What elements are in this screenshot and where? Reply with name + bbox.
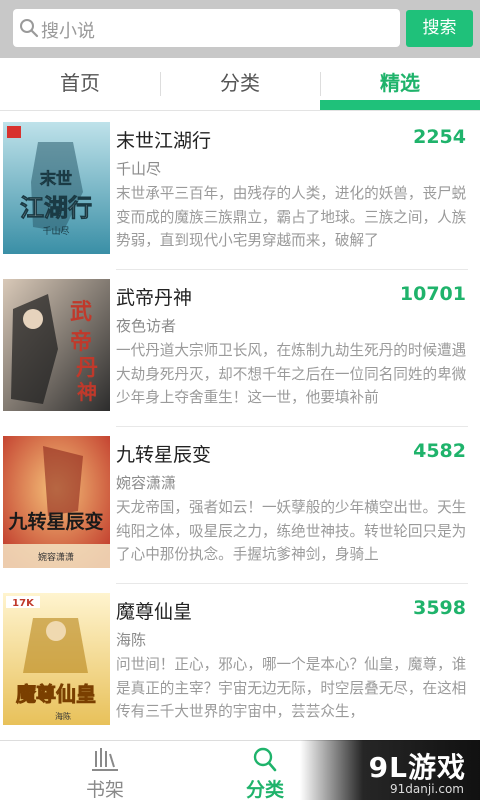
search-placeholder: 搜小说: [41, 21, 95, 42]
bookshelf-icon: [92, 748, 118, 771]
watermark: 9L游戏 91danji.com: [300, 740, 480, 800]
book-title: 末世江湖行: [116, 130, 212, 152]
svg-text:魔尊仙皇: 魔尊仙皇: [16, 682, 96, 706]
search-icon: [253, 747, 277, 772]
svg-text:九转星辰变: 九转星辰变: [7, 510, 103, 533]
list-item[interactable]: 末世 江湖行 千山尽 末世江湖行 2254 千山尽 末世承平三百年，由残存的人类…: [0, 122, 480, 278]
book-count: 10701: [399, 283, 466, 305]
svg-text:神: 神: [77, 380, 97, 404]
book-cover-image[interactable]: 末世 江湖行 千山尽: [3, 122, 110, 254]
search-button[interactable]: 搜索: [406, 10, 473, 47]
book-count: 4582: [413, 440, 466, 462]
watermark-logo: 9L游戏: [368, 751, 466, 784]
list-item[interactable]: 九转星辰变 婉容潇潇 九转星辰变 4582 婉容潇潇 天龙帝国，强者如云！一妖孽…: [0, 436, 480, 592]
active-tab-indicator: [320, 100, 480, 110]
svg-text:千山尽: 千山尽: [42, 226, 69, 237]
svg-text:末世: 末世: [40, 169, 72, 188]
watermark-url: 91danji.com: [390, 782, 464, 796]
book-title: 魔尊仙皇: [116, 601, 193, 623]
book-author: 千山尽: [116, 160, 162, 178]
svg-text:江湖行: 江湖行: [20, 194, 92, 222]
tab-divider: [320, 72, 321, 96]
search-input[interactable]: 搜小说: [13, 9, 400, 47]
search-icon: [20, 19, 39, 38]
list-item[interactable]: 武 帝 丹 神 武帝丹神 10701 夜色访者 一代丹道大宗师卫长风，在炼制九劫…: [0, 279, 480, 435]
svg-text:武: 武: [70, 300, 92, 325]
book-author: 婉容潇潇: [116, 474, 177, 492]
book-title: 九转星辰变: [116, 444, 212, 466]
book-author: 海陈: [116, 631, 147, 649]
book-description: 末世承平三百年，由残存的人类，进化的妖兽，丧尸蜕变而成的魔族三族鼎立，霸占了地球…: [116, 185, 467, 249]
svg-text:婉容潇潇: 婉容潇潇: [38, 551, 74, 563]
book-count: 3598: [413, 597, 466, 619]
svg-text:丹: 丹: [76, 356, 98, 381]
tab-divider: [160, 72, 161, 96]
tab-home[interactable]: 首页: [0, 58, 160, 110]
book-description: 天龙帝国，强者如云！一妖孽般的少年横空出世。天生纯阳之体，吸星辰之力，练绝世神技…: [116, 499, 467, 563]
search-bar: 搜小说 搜索: [0, 0, 480, 58]
divider: [116, 426, 468, 427]
book-cover-image[interactable]: 武 帝 丹 神: [3, 279, 110, 411]
svg-text:17K: 17K: [12, 598, 35, 609]
book-description: 问世间！正心，邪心，哪一个是本心？仙皇，魔尊，谁是真正的主宰？宇宙无边无际，时空…: [116, 656, 467, 720]
divider: [116, 269, 468, 270]
tab-category[interactable]: 分类: [160, 58, 320, 110]
book-cover-image[interactable]: 17K 魔尊仙皇 海陈: [3, 593, 110, 725]
book-cover-image[interactable]: 九转星辰变 婉容潇潇: [3, 436, 110, 568]
list-item[interactable]: 17K 魔尊仙皇 海陈 魔尊仙皇 3598 海陈 问世间！正心，邪心，哪一个是本…: [0, 593, 480, 749]
book-author: 夜色访者: [116, 317, 177, 335]
book-count: 2254: [413, 126, 466, 148]
book-title: 武帝丹神: [116, 287, 193, 309]
svg-text:帝: 帝: [70, 329, 92, 355]
book-description: 一代丹道大宗师卫长风，在炼制九劫生死丹的时候遭遇大劫身死丹灭，却不想千年之后在一…: [116, 342, 467, 406]
divider: [116, 583, 468, 584]
svg-text:海陈: 海陈: [55, 711, 71, 721]
